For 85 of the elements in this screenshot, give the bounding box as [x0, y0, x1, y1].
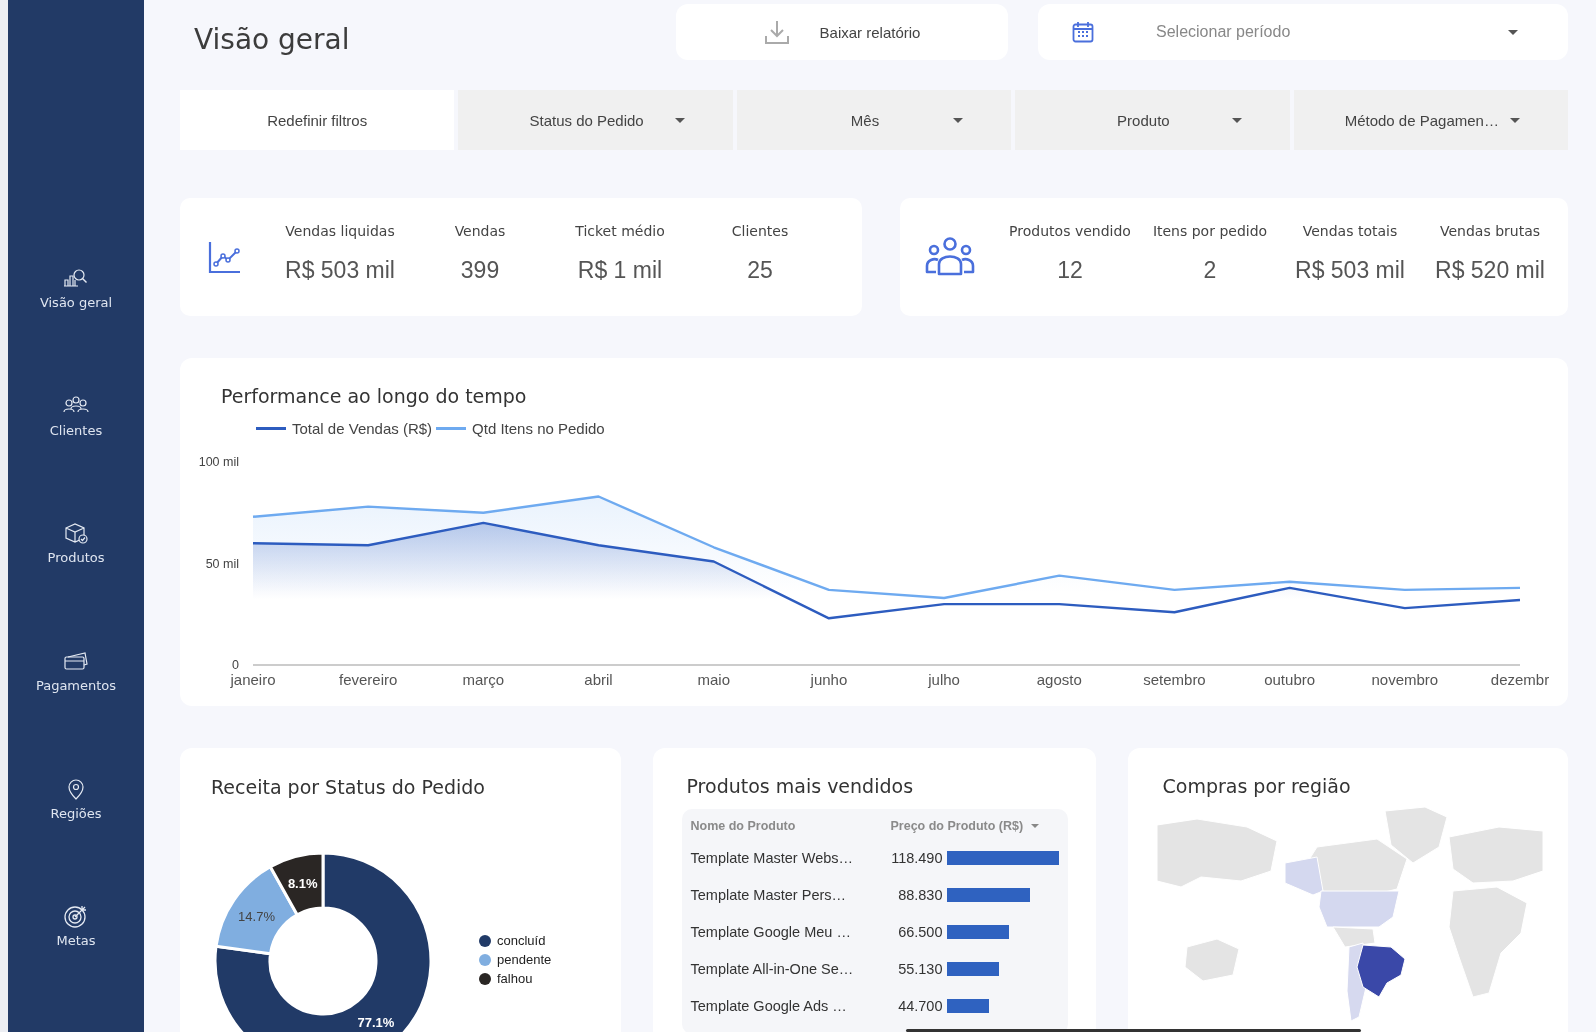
- chart-title: Receita por Status do Pedido: [211, 776, 485, 798]
- metric-value: R$ 520 mil: [1435, 256, 1545, 284]
- legend-label: pendente: [497, 952, 552, 967]
- table-cell-text: 66.500: [897, 923, 943, 940]
- axis-label: novembro: [1371, 671, 1439, 688]
- axis-label: outubro: [1264, 671, 1316, 688]
- legend-swatch: [256, 426, 286, 430]
- metric-value: 25: [747, 256, 773, 284]
- filter-dropdown[interactable]: Status do Pedido: [458, 90, 733, 150]
- axis-label: setembro: [1143, 671, 1206, 688]
- metric-label: Clientes: [731, 222, 789, 239]
- table-cell-text: 88.830: [897, 886, 943, 903]
- caret-icon: [1231, 117, 1242, 123]
- download-icon: [763, 19, 790, 45]
- axis-label: agosto: [1036, 671, 1082, 688]
- slice-label: 77.1%: [357, 1014, 395, 1030]
- table-cell-text: Template Google Meu …: [690, 923, 852, 940]
- metric-label: Vendas brutas: [1439, 222, 1541, 239]
- box-check-icon: [62, 521, 90, 546]
- table-cell-text: Template Master Pers…: [690, 886, 848, 903]
- value-bar: [946, 961, 999, 976]
- download-button[interactable]: Baixar relatório: [676, 4, 1008, 60]
- caret-icon: [953, 117, 964, 123]
- sidebar-item[interactable]: Pagamentos: [31, 649, 121, 777]
- table-cell-text: 118.490: [890, 849, 943, 866]
- metric-value: R$ 1 mil: [577, 256, 663, 284]
- sidebar-item[interactable]: Clientes: [45, 393, 107, 522]
- people-group-icon: [924, 237, 976, 277]
- table-cell-text: 55.130: [897, 960, 943, 977]
- sidebar-item[interactable]: Visão geral: [35, 266, 117, 394]
- table-cell-text: Template Master Webs…: [690, 849, 854, 866]
- metric-value: 12: [1057, 256, 1083, 284]
- axis-label: fevereiro: [339, 671, 398, 688]
- sidebar-item[interactable]: Produtos: [43, 521, 109, 649]
- filter-dropdown[interactable]: Mês: [736, 90, 1012, 150]
- metric-label: Produtos vendido: [1009, 222, 1131, 239]
- caret-icon: [674, 117, 685, 123]
- axis-label: 0: [232, 658, 239, 672]
- legend-label: concluíd: [497, 933, 546, 948]
- reset-filters-button[interactable]: Redefinir filtros: [180, 90, 455, 150]
- sidebar-item[interactable]: Metas: [52, 904, 100, 1032]
- table-title: Produtos mais vendidos: [686, 775, 914, 797]
- metric-label: Vendas totais: [1302, 222, 1398, 239]
- metric-value: R$ 503 mil: [285, 256, 395, 284]
- calendar-icon: [1072, 21, 1094, 43]
- page-title: Visão geral: [193, 21, 350, 56]
- axis-label: março: [462, 671, 505, 688]
- axis-label: 50 mil: [205, 556, 239, 571]
- period-select[interactable]: Selecionar período: [1038, 4, 1568, 60]
- metric-label: Vendas: [454, 222, 506, 239]
- legend-label: falhou: [497, 971, 533, 986]
- filter-dropdown[interactable]: Método de Pagamen…: [1293, 90, 1568, 150]
- table-cell-text: Template All-in-One Se…: [690, 960, 855, 977]
- value-bar: [946, 998, 989, 1013]
- axis-label: junho: [810, 671, 848, 688]
- axis-label: abril: [584, 671, 613, 688]
- legend-label: Qtd Itens no Pedido: [472, 419, 605, 437]
- filter-dropdown[interactable]: Produto: [1015, 90, 1290, 150]
- metric-label: Itens por pedido: [1152, 222, 1268, 239]
- scrollbar[interactable]: [906, 1029, 1361, 1032]
- sidebar-item[interactable]: Regiões: [46, 776, 106, 905]
- axis-label: 100 mil: [198, 455, 239, 469]
- metric-value: 2: [1203, 256, 1217, 284]
- table-cell-text: 44.700: [897, 997, 943, 1014]
- table-cell-text: Template Google Ads …: [690, 997, 848, 1014]
- caret-icon: [1510, 117, 1520, 123]
- axis-label: janeiro: [230, 671, 276, 688]
- legend-swatch: [436, 426, 467, 430]
- chart-title: Performance ao longo do tempo: [221, 385, 527, 407]
- axis-label: dezembr: [1490, 671, 1550, 688]
- axis-label: julho: [928, 671, 960, 688]
- value-bar: [946, 924, 1010, 939]
- metric-label: Ticket médio: [575, 222, 665, 239]
- sort-caret-icon: [1031, 824, 1040, 828]
- metric-value: R$ 503 mil: [1295, 256, 1405, 284]
- cards-icon: [62, 649, 90, 673]
- line-chart-icon: [208, 240, 242, 274]
- metric-value: 399: [460, 256, 500, 284]
- slice-label: 8.1%: [287, 876, 318, 892]
- caret-icon: [1508, 29, 1518, 35]
- axis-label: maio: [697, 671, 730, 688]
- legend-label: Total de Vendas (R$): [292, 419, 433, 437]
- map-title: Compras por região: [1162, 775, 1351, 797]
- slice-label: 14.7%: [238, 908, 275, 924]
- metric-label: Vendas liquidas: [285, 222, 395, 239]
